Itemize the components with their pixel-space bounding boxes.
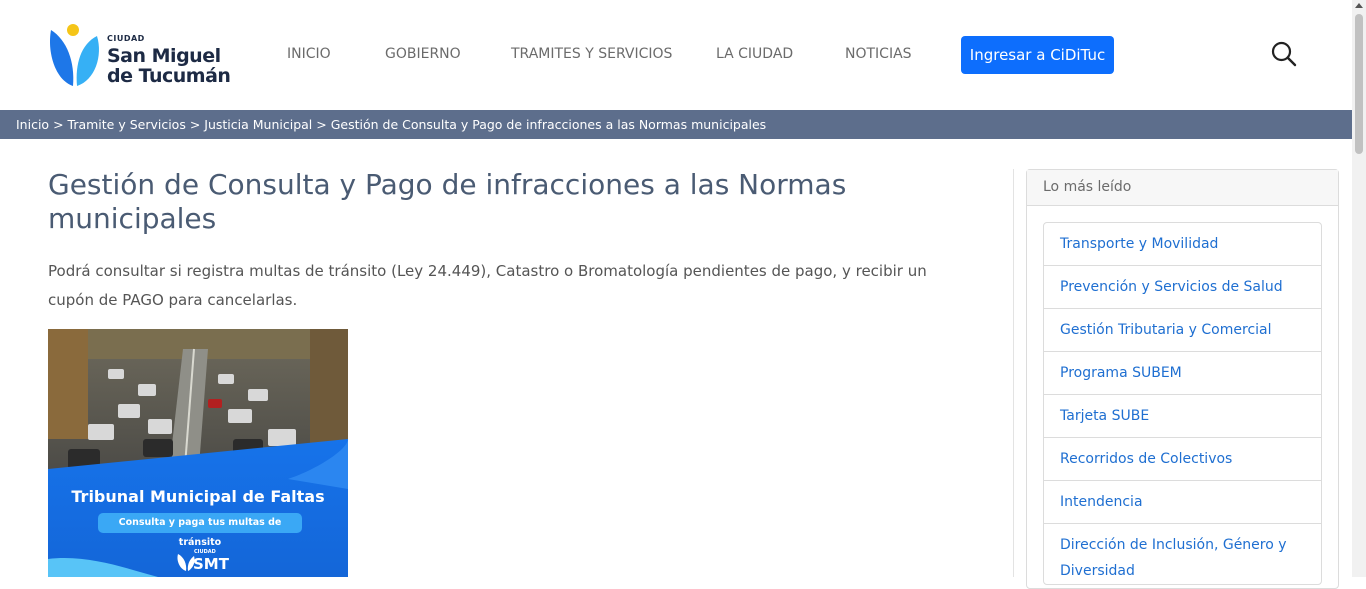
breadcrumb-item-justicia[interactable]: Justicia Municipal — [204, 117, 312, 132]
nav-item-tramites[interactable]: TRAMITES Y SERVICIOS — [511, 46, 672, 62]
logo-line-2: de Tucumán — [107, 65, 231, 87]
logo-line-1: San Miguel — [107, 45, 221, 67]
search-icon — [1271, 41, 1297, 67]
most-read-heading: Lo más leído — [1027, 170, 1338, 206]
ciditus-login-button[interactable]: Ingresar a CiDiTuc — [961, 36, 1114, 74]
most-read-item-intendencia[interactable]: Intendencia — [1044, 481, 1321, 524]
most-read-item-inclusion[interactable]: Dirección de Inclusión, Género y Diversi… — [1044, 524, 1321, 584]
nav-item-inicio[interactable]: INICIO — [287, 46, 331, 62]
breadcrumb-item-tramites[interactable]: Tramite y Servicios — [68, 117, 186, 132]
search-button[interactable] — [1270, 40, 1298, 68]
page-title: Gestión de Consulta y Pago de infraccion… — [48, 168, 847, 235]
breadcrumb: Inicio > Tramite y Servicios > Justicia … — [0, 110, 1352, 139]
banner-logo-text: SMT — [193, 555, 229, 573]
breadcrumb-item-inicio[interactable]: Inicio — [16, 117, 49, 132]
most-read-item-transporte[interactable]: Transporte y Movilidad — [1044, 223, 1321, 266]
most-read-item-tributaria[interactable]: Gestión Tributaria y Comercial — [1044, 309, 1321, 352]
most-read-item-colectivos[interactable]: Recorridos de Colectivos — [1044, 438, 1321, 481]
breadcrumb-current: Gestión de Consulta y Pago de infraccion… — [330, 117, 767, 132]
site-logo[interactable]: CIUDAD San Miguel de Tucumán — [47, 22, 247, 88]
tribunal-banner-image: Tribunal Municipal de Faltas Consulta y … — [48, 329, 348, 577]
breadcrumb-separator: > — [316, 117, 331, 132]
breadcrumb-separator: > — [53, 117, 68, 132]
content-divider — [1013, 169, 1014, 577]
banner-title: Tribunal Municipal de Faltas — [71, 487, 325, 506]
breadcrumb-separator: > — [189, 117, 205, 132]
most-read-item-salud[interactable]: Prevención y Servicios de Salud — [1044, 266, 1321, 309]
most-read-item-sube[interactable]: Tarjeta SUBE — [1044, 395, 1321, 438]
page-scrollbar[interactable] — [1352, 0, 1366, 577]
nav-item-la-ciudad[interactable]: LA CIUDAD — [716, 46, 793, 62]
scroll-up-arrow-icon[interactable] — [1355, 3, 1363, 8]
site-header: CIUDAD San Miguel de Tucumán INICIO GOBI… — [0, 0, 1352, 110]
logo-small-text: CIUDAD — [107, 34, 145, 43]
nav-item-gobierno[interactable]: GOBIERNO — [385, 46, 461, 62]
most-read-item-subem[interactable]: Programa SUBEM — [1044, 352, 1321, 395]
scrollbar-thumb[interactable] — [1355, 14, 1363, 154]
nav-item-noticias[interactable]: NOTICIAS — [845, 46, 912, 62]
most-read-panel: Lo más leído Transporte y Movilidad Prev… — [1026, 169, 1339, 589]
city-logo-icon — [49, 24, 99, 86]
most-read-list: Transporte y Movilidad Prevención y Serv… — [1043, 222, 1322, 585]
banner-subtitle: Consulta y paga tus multas de tránsito — [98, 513, 302, 548]
page-description: Podrá consultar si registra multas de tr… — [48, 262, 927, 309]
